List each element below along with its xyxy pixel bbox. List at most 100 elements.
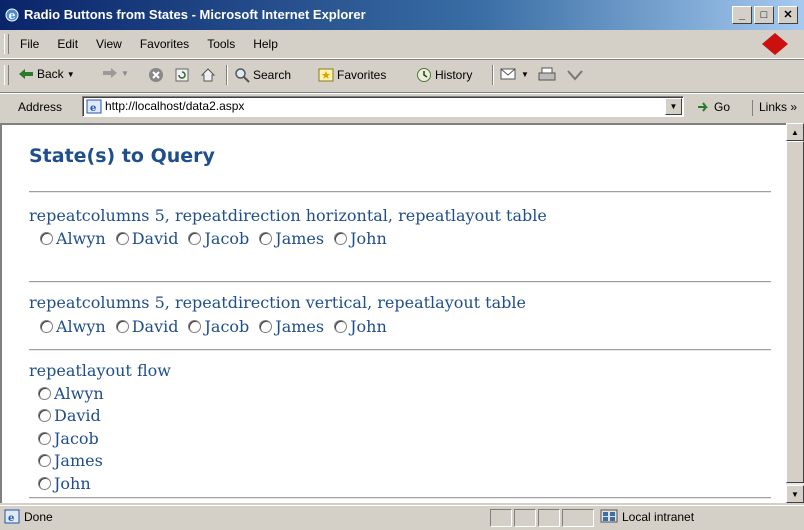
page-icon: e [86,99,102,114]
back-dropdown-icon[interactable]: ▼ [67,70,75,79]
maximize-button[interactable]: □ [754,6,774,24]
radio-label: Alwyn [56,229,106,248]
radio-option[interactable]: Alwyn [40,317,106,336]
home-button[interactable] [200,67,216,83]
standard-toolbar: Back ▼ ▼ Search Favorites History ▼ [0,60,804,90]
menu-edit[interactable]: Edit [57,37,78,51]
history-icon [417,68,431,82]
svg-text:e: e [9,9,16,22]
radio-button[interactable] [334,232,348,245]
address-dropdown-icon[interactable]: ▼ [665,98,682,115]
security-zone: Local intranet [600,509,694,525]
radio-label: James [275,317,325,336]
favorites-button[interactable]: Favorites [318,67,386,83]
radio-option[interactable]: John [334,229,387,248]
radio-label: David [54,406,101,426]
status-panel [562,509,594,527]
horizontal-rule [29,281,771,283]
section-label: repeatcolumns 5, repeatdirection horizon… [29,206,547,225]
address-bar: Address e http://localhost/data2.aspx ▼ … [0,92,804,121]
radio-option[interactable]: Jacob [188,317,249,336]
page-viewport: State(s) to Query repeatcolumns 5, repea… [0,123,786,503]
radio-button[interactable] [188,232,202,245]
radio-button[interactable] [115,232,129,245]
radio-option[interactable]: David [115,317,178,336]
radio-button[interactable] [40,320,53,333]
radio-option[interactable]: James [259,317,324,336]
vertical-scrollbar[interactable]: ▲ ▼ [786,123,804,503]
forward-arrow-icon [103,68,117,78]
radio-button[interactable] [334,320,348,333]
scroll-up-icon[interactable]: ▲ [786,123,804,141]
address-input[interactable]: e http://localhost/data2.aspx ▼ [82,96,684,117]
mail-button[interactable]: ▼ [500,67,529,81]
search-icon [235,68,250,83]
favorites-label: Favorites [337,68,387,82]
local-intranet-icon [600,509,618,523]
menu-tools[interactable]: Tools [207,37,235,51]
go-button[interactable]: Go [697,100,730,114]
radio-option[interactable]: David [115,229,179,248]
page-icon: e [4,509,20,524]
radio-option[interactable]: James [38,450,104,473]
radio-option[interactable]: James [259,229,324,248]
radio-option[interactable]: David [38,405,104,428]
forward-button[interactable]: ▼ [102,67,129,79]
title-bar[interactable]: e Radio Buttons from States - Microsoft … [0,0,804,30]
zd-logo-icon [762,33,788,55]
radio-option[interactable]: Jacob [38,427,104,450]
radio-option[interactable]: Alwyn [38,382,104,405]
menu-view[interactable]: View [96,37,122,51]
svg-text:e: e [8,513,14,524]
radio-button[interactable] [38,476,51,490]
radio-button[interactable] [259,232,273,245]
radio-label: John [350,229,387,248]
menu-help[interactable]: Help [253,37,278,51]
messenger-button[interactable] [566,67,584,83]
toolbar-grip [4,65,9,85]
stop-button[interactable] [148,67,164,83]
zone-label: Local intranet [622,510,695,524]
radio-option[interactable]: John [334,317,387,336]
radio-button[interactable] [188,320,202,333]
menu-file[interactable]: File [20,37,39,51]
status-panel [490,509,512,527]
scroll-thumb[interactable] [786,141,804,483]
radio-button[interactable] [40,232,53,245]
address-label: Address [18,100,63,114]
section-label: repeatcolumns 5, repeatdirection vertica… [29,293,526,312]
history-button[interactable]: History [416,67,472,83]
back-button[interactable]: Back ▼ [18,67,75,81]
search-button[interactable]: Search [234,67,291,83]
refresh-button[interactable] [174,67,190,83]
radio-button[interactable] [38,409,51,423]
status-done: e Done [4,509,53,524]
minimize-button[interactable]: _ [732,6,752,24]
close-button[interactable]: ✕ [778,6,798,24]
back-arrow-icon [19,69,33,79]
toolbar-separator [492,65,494,85]
radio-button[interactable] [259,320,273,333]
menu-favorites[interactable]: Favorites [140,37,189,51]
radio-button[interactable] [38,431,51,445]
radio-button[interactable] [38,454,51,468]
radio-option[interactable]: John [38,472,104,495]
radio-label: Alwyn [56,317,106,336]
window-title: Radio Buttons from States - Microsoft In… [24,7,366,22]
print-button[interactable] [538,67,556,83]
scroll-down-icon[interactable]: ▼ [786,485,804,503]
status-bar: e Done Local intranet [0,505,804,530]
go-label: Go [714,100,731,114]
forward-dropdown-icon[interactable]: ▼ [121,69,129,78]
mail-dropdown-icon[interactable]: ▼ [521,70,529,79]
radio-button[interactable] [115,320,129,333]
horizontal-rule [29,349,771,351]
radio-option[interactable]: Jacob [188,229,249,248]
radio-label: John [54,473,91,493]
messenger-icon [567,70,583,81]
links-button[interactable]: Links » [752,100,797,116]
radio-label: John [350,317,387,336]
radio-label: David [131,229,179,248]
radio-button[interactable] [38,386,51,400]
radio-option[interactable]: Alwyn [40,229,106,248]
